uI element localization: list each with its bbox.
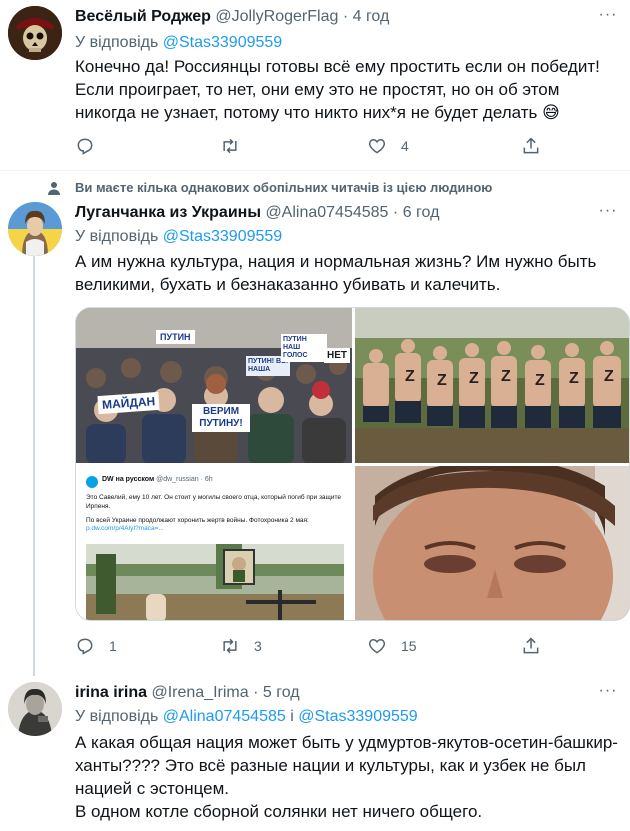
z-letter: Z [535,372,545,389]
like-icon [368,638,386,654]
user-handle[interactable]: @Alina07454585 [265,204,388,221]
separator-dot: · [392,204,399,221]
dw-header: DW на русском @dw_russian · 6h [102,476,213,483]
z-letter: Z [405,368,415,385]
reply-button[interactable]: 1 [75,634,117,658]
reply-button[interactable] [75,134,95,158]
z-group-photo-graphic [355,308,629,463]
reply-mention[interactable]: @Stas33909559 [163,228,282,245]
person-icon [48,182,60,195]
share-icon [523,637,539,654]
action-bar: 1 3 15 [75,634,555,658]
more-icon[interactable]: ··· [598,683,618,704]
more-icon[interactable]: ··· [598,203,618,224]
action-bar: 4 [75,134,555,158]
retweet-button[interactable]: 3 [220,634,262,658]
retweet-button[interactable] [220,134,254,158]
tweet-header: Луганчанка из Украины @Alina07454585 · 6… [75,203,439,223]
sign-putin-golos: ПУТИН НАШ ГОЛОС [281,334,327,362]
z-letter: Z [604,368,614,385]
like-button[interactable]: 4 [367,134,409,158]
share-button[interactable] [521,134,541,158]
timestamp[interactable]: 6 год [403,204,440,221]
more-icon[interactable]: ··· [598,7,618,28]
separator-dot: · [342,8,349,25]
dw-handle: @dw_russian · 6h [156,476,213,483]
sign-verim: ВЕРИМ ПУТИНУ! [192,404,250,432]
reply-icon [77,638,93,655]
media-grid[interactable]: ПУТИН МАЙДАН ВЕРИМ ПУТИНУ! НЕТ ПУТИН! ВЫ… [75,307,630,621]
like-count: 15 [401,638,417,654]
reply-icon [77,138,93,155]
photo-dw-screenshot[interactable]: DW на русском @dw_russian · 6h Это Савел… [76,466,352,620]
tweet-text: А им нужна культура, нация и нормальная … [75,252,597,294]
z-letter: Z [501,368,511,385]
protest-photo-graphic [76,308,352,463]
reply-context: У відповідь @Stas33909559 [75,227,282,247]
photo-z-group[interactable]: Z Z Z Z Z Z Z [355,308,629,463]
tweet-header: irina irina @Irena_Irima · 5 год [75,683,300,703]
dw-text-2: По всей Украине продолжают хоронить жерт… [86,517,309,524]
reply-prefix: У відповідь [75,34,159,51]
profile-photo-icon [8,202,62,256]
reply-prefix: У відповідь [75,228,159,245]
cemetery-photo-graphic [86,544,344,620]
social-context: Ви маєте кілька однакових обопільних чит… [75,180,493,195]
like-button[interactable]: 15 [367,634,417,658]
reply-prefix: У відповідь [75,708,159,725]
tweet-text-line: А какая общая нация может быть у удмурто… [75,733,618,798]
photo-face-closeup[interactable] [355,466,629,620]
tweet-text-line: В одном котле сборной солянки нет ничего… [75,802,483,821]
display-name[interactable]: Луганчанка из Украины [75,204,261,221]
like-count: 4 [401,138,409,154]
reply-mention-2[interactable]: @Stas33909559 [298,708,417,725]
sign-putin: ПУТИН [156,330,195,344]
separator-dot: · [253,684,259,701]
reply-conjunction: і [290,708,294,725]
profile-photo-icon [8,682,62,736]
tweet-1[interactable]: Весёлый Роджер @JollyRogerFlag · 4 год ·… [0,0,630,170]
reply-mention[interactable]: @Alina07454585 [163,708,286,725]
photo-protest[interactable]: ПУТИН МАЙДАН ВЕРИМ ПУТИНУ! НЕТ ПУТИН! ВЫ… [76,308,352,463]
dw-link: p.dw.com/p/4AlyI?maca=... [86,525,164,532]
dw-text: Это Савелий, ему 10 лет. Он стоит у моги… [86,494,342,510]
dw-logo-icon [86,476,98,488]
z-letter: Z [469,370,479,387]
avatar-jollyroger[interactable] [8,6,62,60]
sign-net: НЕТ [324,348,350,363]
pirate-skull-icon [8,6,62,60]
retweet-icon [223,638,237,654]
z-letter: Z [437,372,447,389]
display-name[interactable]: Весёлый Роджер [75,8,211,25]
reply-count: 1 [109,638,117,654]
reply-context: У відповідь @Stas33909559 [75,33,282,53]
divider [0,170,630,171]
avatar-luganchanka[interactable] [8,202,62,256]
user-handle[interactable]: @JollyRogerFlag [215,8,338,25]
tweet-header: Весёлый Роджер @JollyRogerFlag · 4 год [75,7,389,27]
tweet-text: Конечно да! Россиянцы готовы всё ему про… [75,57,600,122]
timestamp[interactable]: 5 год [263,684,300,701]
dw-brand: DW на русском [102,476,155,483]
retweet-count: 3 [254,638,262,654]
avatar-irina[interactable] [8,682,62,736]
user-handle[interactable]: @Irena_Irima [151,684,248,701]
tweet-3[interactable]: irina irina @Irena_Irima · 5 год ··· У в… [0,676,630,831]
z-letter: Z [569,370,579,387]
share-icon [523,137,539,154]
like-icon [368,138,386,154]
tweet-text: А какая общая нация может быть у удмурто… [75,731,620,823]
reply-mention[interactable]: @Stas33909559 [163,34,282,51]
display-name[interactable]: irina irina [75,684,147,701]
share-button[interactable] [521,634,541,658]
retweet-icon [223,138,237,154]
reply-context: У відповідь @Alina07454585 і @Stas339095… [75,707,418,727]
face-photo-graphic [355,466,629,620]
timestamp[interactable]: 4 год [353,8,390,25]
